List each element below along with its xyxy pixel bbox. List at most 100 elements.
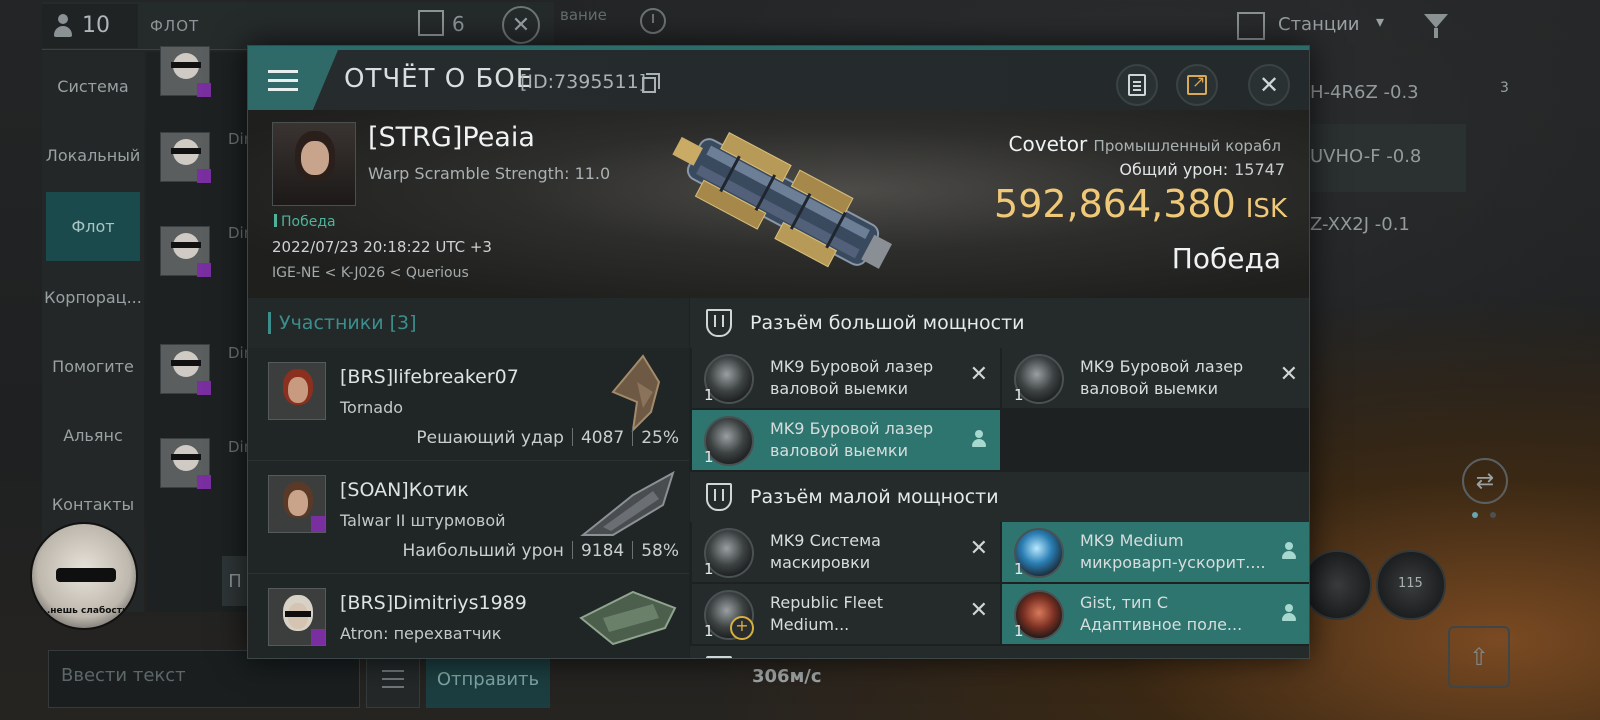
clipboard-icon — [1128, 74, 1146, 96]
kill-datetime: 2022/07/23 20:18:22 UTC +3 — [272, 238, 492, 256]
module-icon[interactable] — [1302, 550, 1372, 620]
module-count: 115 — [1398, 576, 1423, 591]
tab-help[interactable]: Помогите — [42, 332, 144, 401]
destroyed-icon: ✕ — [969, 362, 988, 387]
module-item[interactable]: 1 MK9 Буровой лазер валовой выемки ✕ — [1002, 348, 1309, 408]
upload-icon[interactable]: ⇧ — [1448, 626, 1510, 688]
avatar[interactable] — [160, 344, 211, 395]
member-count[interactable]: 10 — [42, 3, 138, 48]
low-slot-grid: 1 MK9 Система маскировки ✕ 1 MK9 Medium ми… — [690, 522, 1309, 644]
participant-row[interactable]: [BRS]Dimitriys1989 Atron: перехватчик — [248, 574, 689, 658]
tab-system[interactable]: Система — [42, 52, 144, 121]
module-name: MK9 Система маскировки — [770, 531, 881, 572]
victim-name[interactable]: [STRG]Peaia — [368, 122, 535, 153]
participant-stats: Наибольший урон 9184 58% — [402, 541, 679, 561]
swap-icon[interactable]: ⇄ — [1462, 458, 1508, 504]
participant-row[interactable]: [SOAN]Котик Talwar II штурмовой Наибольш… — [248, 461, 689, 574]
participant-ship: Atron: перехватчик — [340, 624, 502, 643]
participant-portrait[interactable] — [268, 588, 326, 646]
system-row[interactable]: Z-XX2J -0.1 — [1310, 192, 1466, 260]
avatar[interactable] — [160, 438, 211, 489]
tab-alliance[interactable]: Альянс — [42, 401, 144, 470]
stations-checkbox[interactable] — [1237, 12, 1265, 40]
victim-subtitle: Warp Scramble Strength: 11.0 — [368, 164, 611, 183]
report-id: [ID:7395511] — [520, 71, 647, 93]
tab-fleet[interactable]: Флот — [46, 192, 140, 261]
fittings-panel: Разъём большой мощности 1 MK9 Буровой ла… — [690, 298, 1309, 658]
document-icon[interactable] — [418, 10, 444, 36]
victim-summary: [STRG]Peaia Warp Scramble Strength: 11.0… — [248, 110, 1309, 298]
participant-name: [BRS]Dimitriys1989 — [340, 592, 527, 614]
tab-local[interactable]: Локальный — [42, 121, 144, 190]
victim-portrait[interactable] — [272, 122, 356, 206]
copy-icon[interactable] — [642, 73, 660, 93]
total-damage: Общий урон: 15747 — [1119, 160, 1285, 179]
module-name: MK9 Буровой лазер валовой выемки — [1080, 357, 1244, 398]
participant-ship-image — [580, 470, 675, 536]
speed-readout: 306м/с — [752, 666, 822, 687]
chevron-down-icon[interactable]: ▾ — [1376, 12, 1384, 31]
destroyed-icon: ✕ — [1279, 362, 1298, 387]
destroyed-icon: ✕ — [969, 536, 988, 561]
system-count: 3 — [1500, 80, 1509, 96]
next-slot-header: Р — [690, 646, 1309, 658]
kill-location[interactable]: IGE-NE < K-J026 < Querious — [272, 265, 469, 281]
dropped-person-icon — [1282, 604, 1296, 622]
module-item[interactable]: 1 Republic FleetMedium... ✕ — [692, 584, 1000, 644]
module-item[interactable]: 1 MK9 Система маскировки ✕ — [692, 522, 1000, 582]
report-header: ОТЧЁТ О БОЕ [ID:7395511] ✕ — [248, 46, 1309, 110]
module-name: MK9 Буровой лазер валовой выемки — [770, 357, 934, 398]
share-button[interactable] — [1176, 64, 1218, 106]
participant-portrait[interactable] — [268, 362, 326, 420]
dropped-person-icon — [972, 430, 986, 448]
participant-row[interactable]: [BRS]lifebreaker07 Tornado Решающий удар… — [248, 348, 689, 461]
participant-name: [BRS]lifebreaker07 — [340, 366, 519, 388]
page-dot — [1472, 512, 1478, 518]
module-item[interactable]: 1 MK9 Буровой лазер валовой выемки ✕ — [692, 348, 1000, 408]
participant-ship: Talwar II штурмовой — [340, 511, 506, 530]
avatar[interactable] — [160, 132, 211, 183]
module-name: MK9 Буровой лазер валовой выемки — [770, 419, 934, 460]
system-row[interactable]: UVHO-F -0.8 — [1310, 124, 1466, 192]
clock-icon[interactable] — [640, 8, 666, 34]
module-name: MK9 Medium микроварп-ускорит.... — [1080, 531, 1266, 572]
module-item[interactable]: 1 Gist, тип C Адаптивное поле... — [1002, 584, 1309, 644]
menu-button[interactable] — [248, 50, 338, 110]
high-slot-header: Разъём большой мощности — [690, 298, 1309, 348]
result-tag: Победа — [274, 214, 336, 230]
participant-ship-image — [579, 590, 677, 646]
avatar[interactable] — [160, 226, 211, 277]
document-count: 6 — [452, 12, 465, 36]
ship-name[interactable]: Covetor Промышленный корабл — [1009, 132, 1281, 156]
share-icon — [1187, 72, 1207, 95]
clipboard-button[interactable] — [1116, 64, 1158, 106]
chat-header: 10 ФЛОТ — [42, 2, 554, 50]
report-title: ОТЧЁТ О БОЕ — [344, 64, 534, 94]
victim-ship-image[interactable] — [663, 122, 903, 282]
top-fragment: вание — [560, 6, 607, 24]
participant-portrait[interactable] — [268, 475, 326, 533]
system-row[interactable]: H-4R6Z -0.3 — [1310, 60, 1466, 128]
avatar[interactable] — [160, 46, 211, 97]
high-slot-icon — [706, 309, 732, 337]
chat-title: ФЛОТ — [150, 16, 200, 35]
profile-avatar[interactable]: ...нешь слабость — [30, 522, 138, 630]
module-name: Gist, тип C Адаптивное поле... — [1080, 593, 1243, 634]
side-button[interactable]: П — [222, 556, 248, 606]
participant-stats: Решающий удар 4087 25% — [416, 428, 679, 448]
filter-icon[interactable] — [1424, 14, 1450, 38]
slot-icon — [706, 656, 732, 658]
participant-ship: Tornado — [340, 398, 404, 417]
close-button[interactable]: ✕ — [1248, 64, 1290, 106]
chat-close-button[interactable]: ✕ — [502, 6, 540, 44]
module-name: Republic Fleet Medium... — [770, 593, 884, 634]
stations-label: Станции — [1278, 14, 1360, 35]
page-dot — [1490, 512, 1496, 518]
members-icon — [52, 13, 74, 38]
participants-panel: Участники [3] [BRS]lifebreaker07 Tornado… — [248, 298, 689, 658]
module-item[interactable]: 1 MK9 Буровой лазер валовой выемки — [692, 410, 1000, 470]
module-item[interactable]: 1 MK9 Medium микроварп-ускорит.... — [1002, 522, 1309, 582]
battle-report-window: ОТЧЁТ О БОЕ [ID:7395511] ✕ [STRG]Peaia W… — [247, 45, 1310, 659]
tab-corporation[interactable]: Корпорац... — [42, 263, 144, 332]
participants-header: Участники [3] — [248, 298, 689, 348]
